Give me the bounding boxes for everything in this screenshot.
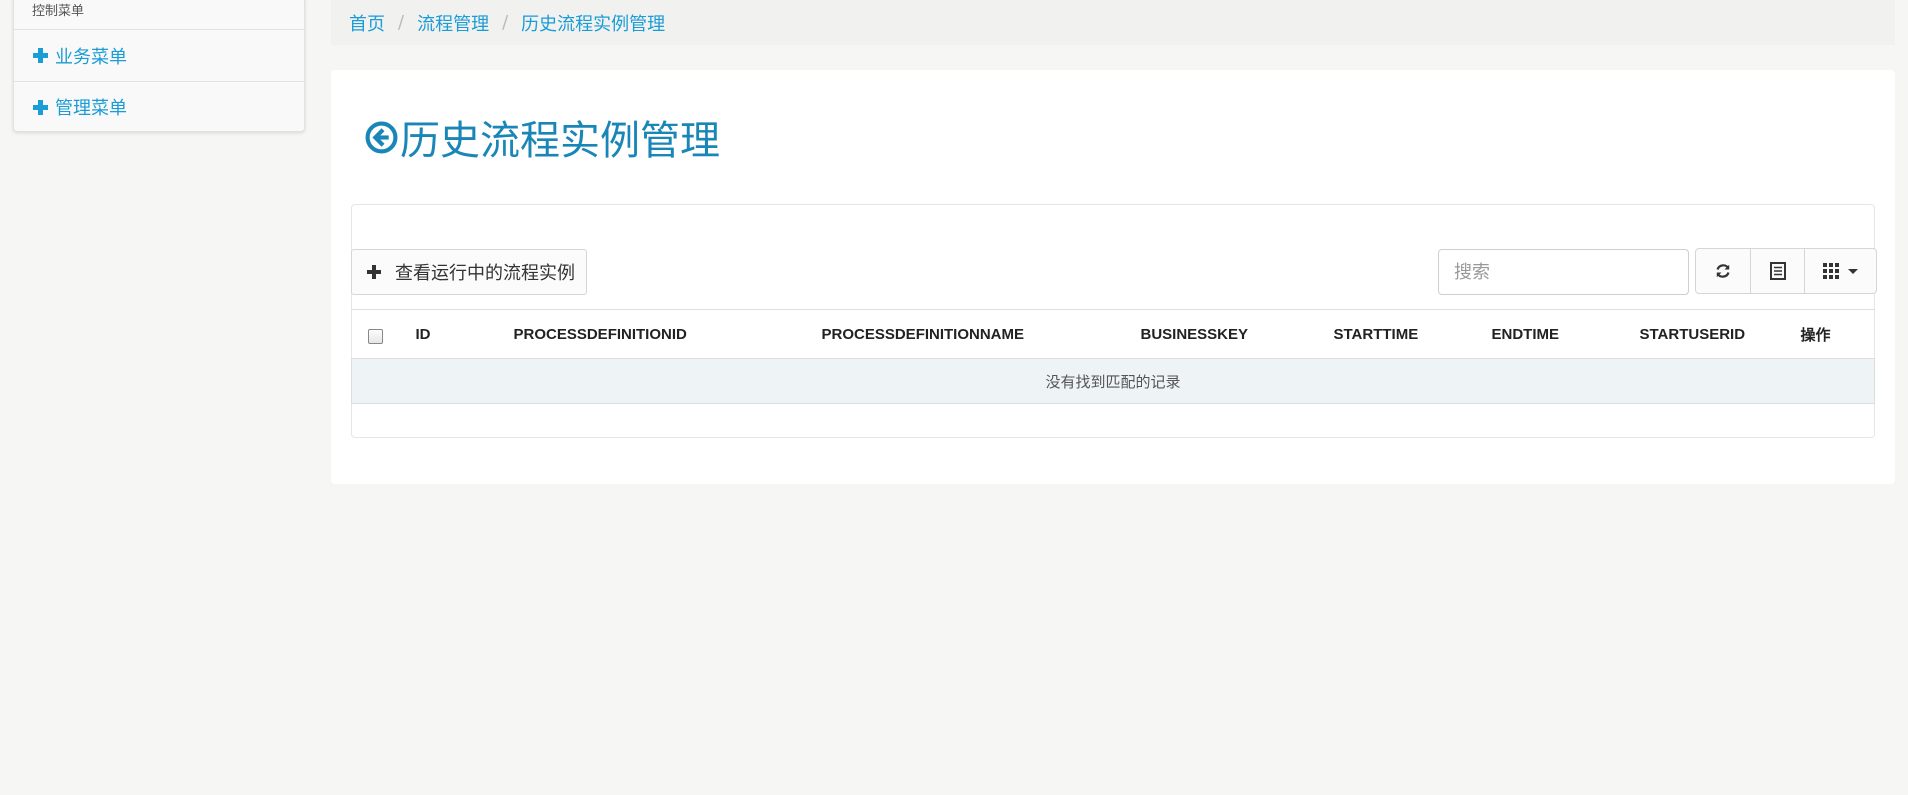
select-all-checkbox[interactable] (367, 328, 383, 344)
refresh-icon (1716, 264, 1730, 278)
arrow-circle-left-icon[interactable] (365, 121, 398, 154)
table-toolbar-button-group (1695, 248, 1877, 294)
column-header-businesskey[interactable]: BUSINESSKEY (1141, 310, 1334, 359)
refresh-button[interactable] (1696, 249, 1750, 293)
column-header-actions: 操作 (1800, 326, 1831, 344)
breadcrumb-separator: / (398, 12, 405, 33)
view-running-instances-label: 查看运行中的流程实例 (395, 263, 575, 284)
sidebar: 控制菜单 业务菜单 管理菜单 (13, 0, 305, 132)
table-container: 查看运行中的流程实例 搜索 ID PROCESSDEFINITIONID PRO… (351, 204, 1877, 438)
chevron-down-icon (1848, 268, 1858, 274)
column-header-endtime[interactable]: ENDTIME (1492, 310, 1640, 359)
plus-icon (367, 265, 381, 279)
table-row-empty: 没有找到匹配的记录 (351, 358, 1875, 403)
data-table: ID PROCESSDEFINITIONID PROCESSDEFINITION… (351, 310, 1875, 403)
sidebar-item-admin-menu[interactable]: 管理菜单 (14, 81, 304, 132)
view-running-instances-button[interactable]: 查看运行中的流程实例 (351, 249, 587, 295)
breadcrumb-separator: / (502, 12, 509, 33)
list-view-icon (1769, 262, 1786, 280)
breadcrumb-process-management-link[interactable]: 流程管理 (417, 10, 489, 36)
no-records-message: 没有找到匹配的记录 (351, 358, 1875, 403)
sidebar-item-label: 业务菜单 (55, 46, 127, 68)
columns-dropdown-button[interactable] (1804, 249, 1876, 293)
main-panel: 历史流程实例管理 查看运行中的流程实例 搜索 ID PROCESSDEFINIT… (331, 70, 1895, 484)
page-title-text: 历史流程实例管理 (400, 118, 720, 164)
select-all-cell (352, 310, 416, 359)
sidebar-item-business-menu[interactable]: 业务菜单 (14, 30, 304, 81)
column-header-processdefinitionid[interactable]: PROCESSDEFINITIONID (514, 310, 822, 359)
breadcrumb-current-page-link[interactable]: 历史流程实例管理 (521, 10, 665, 36)
search-input[interactable] (1438, 249, 1689, 295)
page-title: 历史流程实例管理 (365, 108, 720, 166)
data-table-wrapper: ID PROCESSDEFINITIONID PROCESSDEFINITION… (351, 309, 1875, 404)
grid-columns-icon (1823, 263, 1839, 279)
column-header-processdefinitionname[interactable]: PROCESSDEFINITIONNAME (822, 310, 1141, 359)
sidebar-header: 控制菜单 (14, 0, 304, 30)
plus-icon (33, 48, 48, 63)
table-header-row: ID PROCESSDEFINITIONID PROCESSDEFINITION… (352, 310, 1875, 359)
breadcrumb: 首页 / 流程管理 / 历史流程实例管理 (331, 0, 1895, 45)
column-header-startuserid[interactable]: STARTUSERID (1640, 310, 1801, 359)
sidebar-item-label: 管理菜单 (55, 98, 127, 119)
toggle-view-button[interactable] (1750, 249, 1804, 293)
column-header-starttime[interactable]: STARTTIME (1334, 310, 1492, 359)
column-header-id[interactable]: ID (416, 310, 514, 359)
breadcrumb-home-link[interactable]: 首页 (349, 10, 385, 36)
plus-icon (33, 99, 48, 115)
